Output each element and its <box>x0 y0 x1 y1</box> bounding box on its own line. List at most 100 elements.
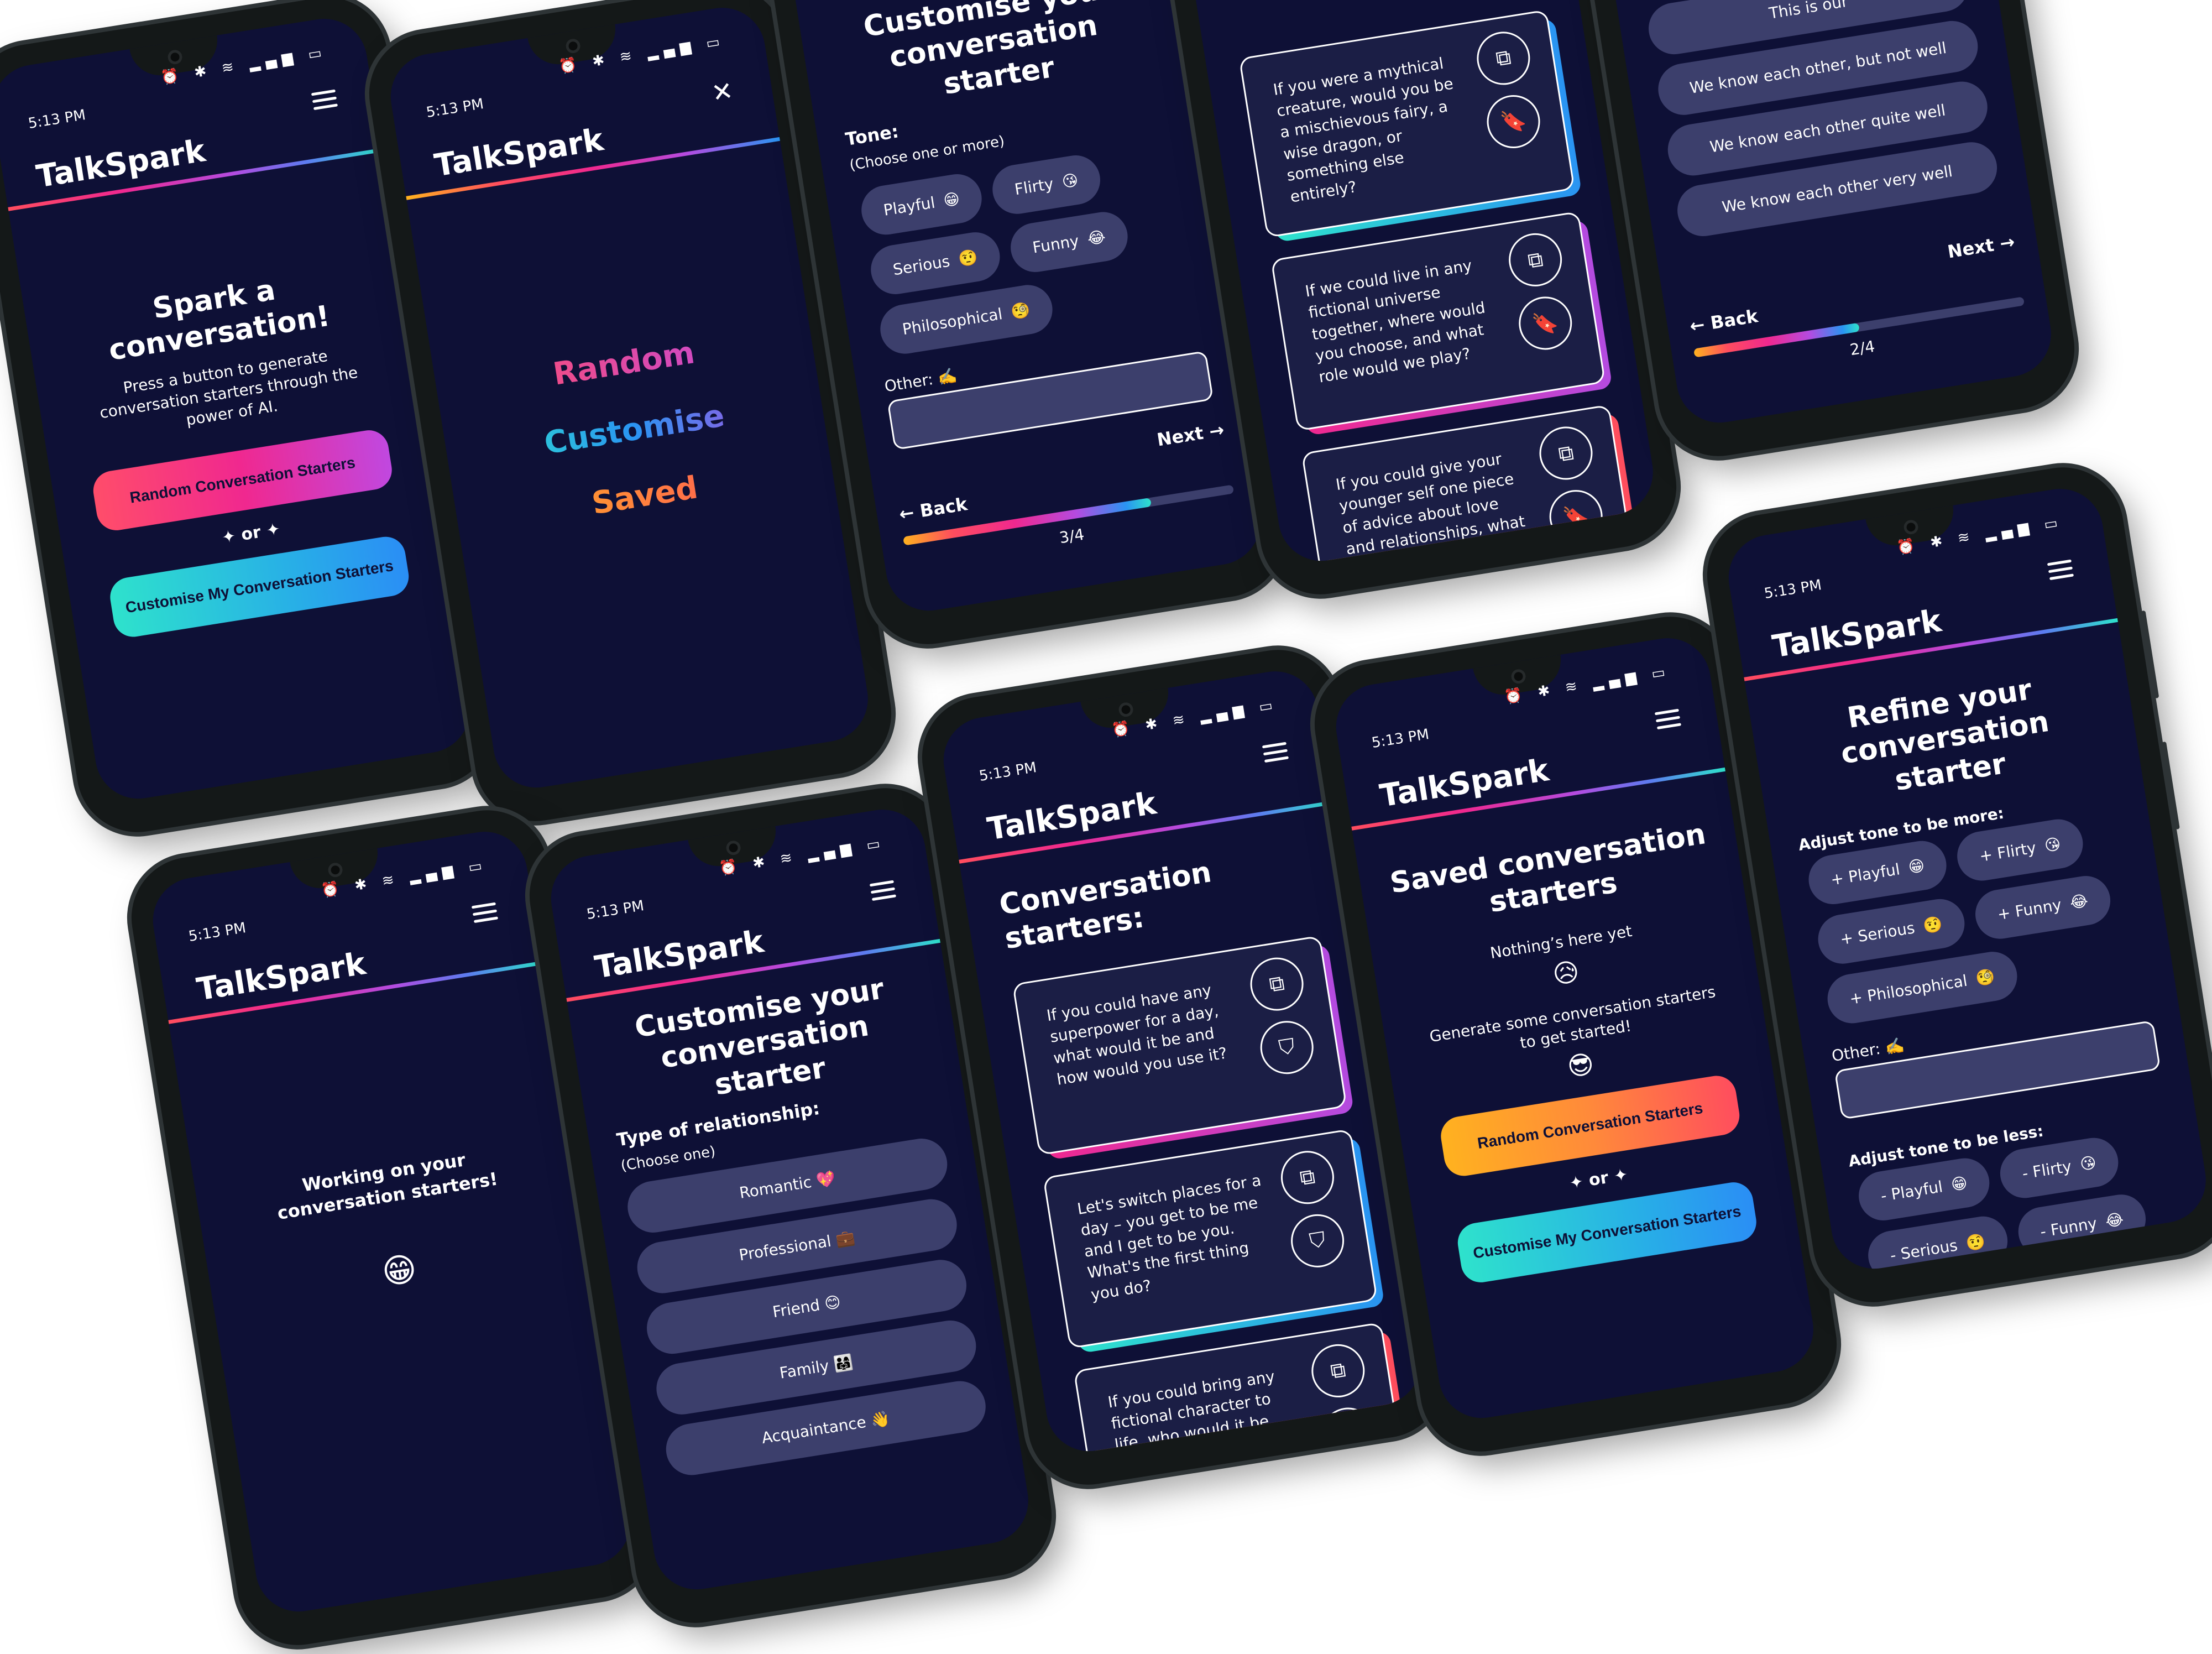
chip-label: Serious <box>891 252 951 279</box>
briefcase-icon: 💼 <box>834 1228 856 1249</box>
hamburger-menu-icon[interactable] <box>1262 742 1289 763</box>
page-title: Conversation starters: <box>997 855 1214 956</box>
bookmark-filled-icon[interactable]: 🔖 <box>1483 91 1544 152</box>
status-time: 5:13 PM <box>1370 726 1431 752</box>
raised-eyebrow-emoji-icon: 🤨 <box>957 247 979 269</box>
tone-chip-funny[interactable]: Funny 😂 <box>1007 208 1131 276</box>
starter-text: If you could give your younger self one … <box>1334 450 1526 567</box>
writing-hand-icon: ✍️ <box>936 366 959 388</box>
chip-label: - Serious <box>1889 1236 1959 1265</box>
app-logo: TalkSpark <box>1377 752 1552 815</box>
option-label: Romantic <box>738 1172 813 1203</box>
starter-card: If you were a mythical creature, would y… <box>1238 9 1582 243</box>
app-logo: TalkSpark <box>592 923 767 986</box>
chip-label: - Playful <box>1879 1177 1944 1206</box>
copy-icon[interactable]: ⧉ <box>1277 1147 1338 1208</box>
grinning-emoji-icon: 😁 <box>379 1249 420 1293</box>
tone-options: Playful 😁 Flirty 😘 Serious 🤨 Funny 😂 Philoso… <box>853 134 1200 363</box>
starter-text: If you were a mythical creature, would y… <box>1272 54 1455 206</box>
raised-eyebrow-emoji-icon: 🤨 <box>1964 1232 1987 1253</box>
copy-icon[interactable]: ⧉ <box>1246 953 1308 1015</box>
chip-label: - Flirty <box>2021 1157 2073 1183</box>
option-label: Professional <box>738 1232 833 1265</box>
status-time: 5:13 PM <box>187 920 248 946</box>
kiss-emoji-icon: 😘 <box>2043 834 2062 855</box>
hamburger-menu-icon[interactable] <box>311 89 338 111</box>
more-chip-serious[interactable]: + Serious 🤨 <box>1814 895 1968 968</box>
monocle-emoji-icon: 🧐 <box>1010 300 1032 322</box>
monocle-emoji-icon: 🧐 <box>1974 967 1996 988</box>
status-time: 5:13 PM <box>977 759 1038 785</box>
chip-label: + Philosophical <box>1848 971 1969 1009</box>
copy-icon[interactable]: ⧉ <box>1505 229 1566 290</box>
status-time: 5:13 PM <box>425 96 485 122</box>
option-label: Acquaintance <box>760 1412 867 1448</box>
less-tone-options: - Playful 😁 - Flirty 😘 - Serious 🤨 - Funny 😂 <box>1850 1120 2188 1275</box>
back-button[interactable]: ← Back <box>1688 305 1760 337</box>
laughing-emoji-icon: 😂 <box>2104 1209 2125 1231</box>
bookmark-outline-icon[interactable]: ⛉ <box>1256 1017 1317 1078</box>
bookmark-filled-icon[interactable]: 🔖 <box>1515 293 1576 354</box>
loading-message: Working on your conversation starters! <box>275 1149 499 1224</box>
starter-text: If we could live in any fictional univer… <box>1304 256 1487 387</box>
hamburger-menu-icon[interactable] <box>471 902 499 923</box>
chip-label: Funny <box>1031 231 1080 257</box>
status-time: 5:13 PM <box>1763 577 1823 603</box>
more-chip-funny[interactable]: + Funny 😂 <box>1972 872 2114 943</box>
app-logo: TalkSpark <box>34 133 208 195</box>
hamburger-menu-icon[interactable] <box>869 880 897 901</box>
copy-icon[interactable]: ⧉ <box>1308 1340 1369 1401</box>
less-chip-flirty[interactable]: - Flirty 😘 <box>1996 1134 2122 1202</box>
starter-text: Let's switch places for a day – you get … <box>1076 1171 1263 1304</box>
chip-label: + Playful <box>1829 860 1901 889</box>
starter-card: If you could have any superpower for a d… <box>1012 935 1355 1160</box>
raised-eyebrow-emoji-icon: 🤨 <box>1922 914 1944 936</box>
copy-icon[interactable]: ⧉ <box>1473 28 1534 89</box>
menu-item-customise[interactable]: Customise <box>472 387 797 473</box>
chip-label: Flirty <box>1013 174 1055 199</box>
writing-hand-icon: ✍️ <box>1884 1036 1906 1057</box>
sparkling-heart-icon: 💖 <box>814 1169 837 1191</box>
menu-item-saved[interactable]: Saved <box>483 453 807 539</box>
back-button[interactable]: ← Back <box>898 493 969 525</box>
other-label-text: Other: <box>1830 1039 1882 1066</box>
laughing-emoji-icon: 😂 <box>1086 227 1107 248</box>
kiss-emoji-icon: 😘 <box>1060 170 1080 191</box>
hamburger-menu-icon[interactable] <box>1654 708 1682 730</box>
grinning-emoji-icon: 😁 <box>1949 1173 1969 1194</box>
starter-card: Let's switch places for a day – you get … <box>1042 1128 1385 1354</box>
app-logo: TalkSpark <box>985 785 1159 848</box>
bookmark-outline-icon[interactable]: ⛉ <box>1317 1403 1379 1458</box>
chip-label: Philosophical <box>901 305 1004 339</box>
kiss-emoji-icon: 😘 <box>2078 1153 2098 1174</box>
family-icon: 👨‍👩‍👧 <box>832 1353 855 1374</box>
option-label: Friend <box>771 1296 822 1322</box>
tone-chip-flirty[interactable]: Flirty 😘 <box>989 152 1104 218</box>
starter-text: If you could bring any fictional charact… <box>1106 1366 1285 1458</box>
close-icon[interactable]: ✕ <box>709 75 735 108</box>
copy-icon[interactable]: ⧉ <box>1535 422 1597 484</box>
bookmark-outline-icon[interactable]: ⛉ <box>1287 1210 1348 1271</box>
chip-label: + Flirty <box>1978 838 2038 866</box>
waving-hand-icon: 👋 <box>869 1409 892 1431</box>
page-title: Refine your conversation starter <box>1838 673 2052 797</box>
bookmark-filled-icon[interactable]: 🔖 <box>1545 486 1607 547</box>
grinning-emoji-icon: 😁 <box>1907 856 1926 877</box>
hamburger-menu-icon[interactable] <box>2047 559 2074 581</box>
chip-label: + Serious <box>1839 919 1916 949</box>
app-logo: TalkSpark <box>194 946 369 1008</box>
less-chip-funny[interactable]: - Funny 😂 <box>2015 1191 2150 1260</box>
menu-item-random[interactable]: Random <box>462 321 786 407</box>
option-label: Family <box>778 1356 830 1382</box>
starter-card: If we could live in any fictional univer… <box>1270 211 1613 436</box>
tone-chip-playful[interactable]: Playful 😁 <box>857 170 986 238</box>
chip-label: - Funny <box>2038 1214 2099 1241</box>
status-time: 5:13 PM <box>585 898 646 923</box>
app-logo: TalkSpark <box>432 122 606 184</box>
less-chip-serious[interactable]: - Serious 🤨 <box>1864 1213 2011 1275</box>
chip-label: Playful <box>882 193 937 220</box>
app-logo: TalkSpark <box>1770 603 1944 665</box>
laughing-emoji-icon: 😂 <box>2068 891 2090 912</box>
other-label-text: Other: <box>883 370 935 396</box>
tone-chip-serious[interactable]: Serious 🤨 <box>867 228 1003 298</box>
